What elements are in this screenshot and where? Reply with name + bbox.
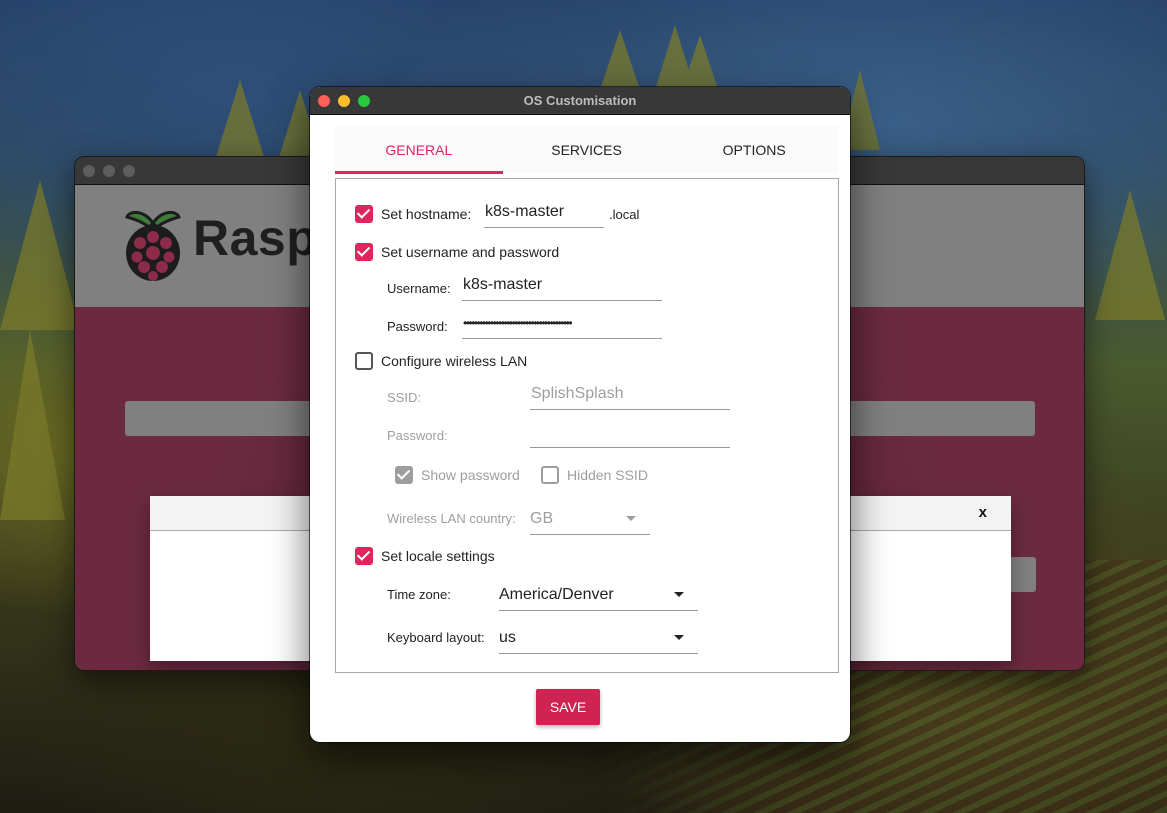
general-settings-panel: Set hostname: k8s-master .local Set user… <box>335 178 839 673</box>
locale-row: Set locale settings <box>355 547 495 565</box>
password-label: Password: <box>387 319 448 334</box>
timezone-select[interactable]: America/Denver <box>499 575 698 611</box>
wifi-password-input[interactable] <box>530 413 730 448</box>
keyboard-layout-label: Keyboard layout: <box>387 630 485 645</box>
dialog-title: OS Customisation <box>523 93 637 108</box>
ssid-input[interactable]: SplishSplash <box>530 375 730 410</box>
hidden-ssid-label: Hidden SSID <box>567 467 648 483</box>
set-username-password-label: Set username and password <box>381 244 560 260</box>
wifi-country-value: GB <box>530 510 554 527</box>
background-close-button[interactable] <box>83 164 95 177</box>
hostname-input[interactable]: k8s-master <box>484 193 604 228</box>
ssid-label: SSID: <box>387 390 421 405</box>
hidden-ssid-checkbox[interactable] <box>541 466 559 484</box>
username-input[interactable]: k8s-master <box>462 266 662 301</box>
dialog-titlebar: OS Customisation <box>310 87 850 115</box>
configure-wifi-label: Configure wireless LAN <box>381 353 528 369</box>
timezone-value: America/Denver <box>499 586 614 603</box>
user-row: Set username and password <box>355 243 559 261</box>
background-minimize-button[interactable] <box>103 164 115 177</box>
wifi-row: Configure wireless LAN <box>355 352 527 370</box>
background-zoom-button[interactable] <box>123 164 135 177</box>
set-hostname-checkbox[interactable] <box>355 205 373 223</box>
set-locale-label: Set locale settings <box>381 548 495 564</box>
wifi-password-label: Password: <box>387 428 448 443</box>
password-input[interactable]: •••••••••••••••••••••••••••••••••••••••• <box>462 304 662 339</box>
save-button[interactable]: SAVE <box>536 689 600 725</box>
chevron-down-icon <box>626 516 636 521</box>
keyboard-layout-select[interactable]: us <box>499 618 698 654</box>
tab-options[interactable]: OPTIONS <box>670 126 838 173</box>
timezone-label: Time zone: <box>387 587 451 602</box>
configure-wifi-checkbox[interactable] <box>355 352 373 370</box>
set-hostname-label: Set hostname: <box>381 206 472 222</box>
tab-services[interactable]: SERVICES <box>503 126 671 173</box>
os-customisation-dialog: OS Customisation GENERAL SERVICES OPTION… <box>310 87 850 742</box>
username-label: Username: <box>387 281 451 296</box>
background-modal-close-button[interactable]: x <box>979 504 987 521</box>
show-password-label: Show password <box>421 467 520 483</box>
chevron-down-icon <box>674 635 684 640</box>
raspberry-pi-logo-icon <box>125 211 181 281</box>
hostname-suffix: .local <box>609 207 640 222</box>
tab-bar: GENERAL SERVICES OPTIONS <box>335 126 838 174</box>
keyboard-layout-value: us <box>499 629 516 646</box>
chevron-down-icon <box>674 592 684 597</box>
hostname-row: Set hostname: <box>355 205 471 223</box>
show-password-checkbox[interactable] <box>395 466 413 484</box>
hidden-ssid-row: Hidden SSID <box>541 466 648 484</box>
set-locale-checkbox[interactable] <box>355 547 373 565</box>
wifi-country-select[interactable]: GB <box>530 499 650 535</box>
tab-general[interactable]: GENERAL <box>335 126 503 174</box>
show-password-row: Show password <box>395 466 520 484</box>
wifi-country-label: Wireless LAN country: <box>387 511 516 526</box>
set-username-password-checkbox[interactable] <box>355 243 373 261</box>
